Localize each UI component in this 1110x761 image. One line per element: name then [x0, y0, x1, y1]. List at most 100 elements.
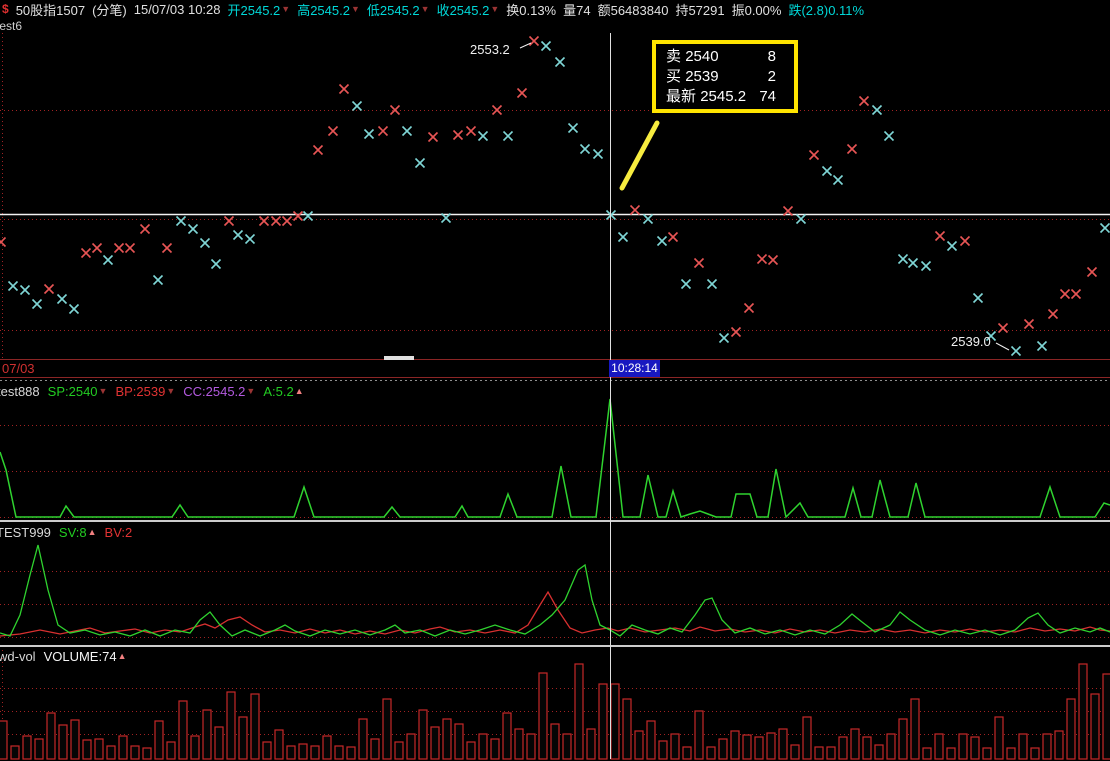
tick-marker	[934, 230, 946, 242]
volume-bar	[766, 732, 776, 760]
volume-bar	[850, 728, 860, 760]
volume-bar	[418, 709, 428, 760]
timeline-time-highlight: 10:28:14	[609, 360, 660, 377]
volume-bar	[598, 683, 608, 760]
volume-bar	[70, 719, 80, 760]
volume-bar	[310, 745, 320, 760]
volume-bar	[658, 740, 668, 760]
volume-bar	[1006, 747, 1016, 760]
volume-bar	[646, 720, 656, 760]
tick-marker	[897, 253, 909, 265]
volume-bar	[754, 736, 764, 760]
tick-marker	[351, 100, 363, 112]
volume-bar	[238, 716, 248, 760]
tick-marker	[1070, 288, 1082, 300]
tick-marker	[997, 322, 1009, 334]
volume-bar	[298, 743, 308, 760]
tick-marker	[1099, 222, 1110, 234]
tick-marker	[31, 298, 43, 310]
volume-bar	[22, 735, 32, 760]
volume-bar	[58, 724, 68, 760]
tick-marker	[102, 254, 114, 266]
indicator-name[interactable]: wd-vol	[0, 649, 36, 664]
timeline-date: 07/03	[2, 361, 35, 376]
scrollbar-thumb[interactable]	[384, 356, 414, 360]
bid-price: 2539	[685, 68, 719, 85]
tick-marker	[858, 95, 870, 107]
last-qty: 74	[759, 88, 776, 105]
volume-bar	[94, 738, 104, 760]
tick-marker	[401, 125, 413, 137]
volume-bar	[406, 733, 416, 760]
volume-bar	[358, 718, 368, 760]
tick-marker	[730, 326, 742, 338]
amount-stat: 额56483840	[597, 2, 669, 18]
cc-field: CC:2545.2 ▼	[183, 384, 255, 399]
tick-marker	[223, 215, 235, 227]
indicator-name[interactable]: test888	[0, 384, 40, 399]
up-triangle-icon: ▲	[87, 527, 97, 537]
volume-bar	[1042, 733, 1052, 760]
volume-bar	[814, 746, 824, 760]
volume-bar	[130, 745, 140, 760]
last-label: 最新	[666, 88, 697, 105]
volume-bar	[502, 712, 512, 760]
tick-marker	[592, 148, 604, 160]
volume-bar	[514, 728, 524, 760]
volume-value: VOLUME:74	[43, 649, 117, 664]
volume-bar	[370, 738, 380, 760]
tick-marker	[959, 235, 971, 247]
volume-bar	[1030, 747, 1040, 760]
volume-bar	[82, 739, 92, 760]
tick-marker	[258, 215, 270, 227]
test888-header: test888 SP:2540 ▼ BP:2539 ▼ CC:2545.2 ▼ …	[0, 384, 304, 399]
tick-marker	[43, 283, 55, 295]
tick-marker	[80, 247, 92, 259]
high-value: 高2545.2	[297, 2, 350, 18]
bp-value: BP:2539	[115, 384, 166, 399]
tick-marker	[743, 302, 755, 314]
volume-bar	[682, 746, 692, 760]
chart-canvas[interactable]	[0, 0, 1110, 761]
volume-bar	[142, 747, 152, 760]
volume-bar	[190, 735, 200, 760]
volume-bar	[202, 709, 212, 760]
volume-bar	[382, 698, 392, 760]
high-label-pointer	[519, 42, 532, 49]
tick-marker	[629, 204, 641, 216]
tick-marker	[1010, 345, 1022, 357]
tick-marker	[667, 231, 679, 243]
volume-bar	[706, 746, 716, 760]
down-triangle-icon: ▼	[490, 3, 500, 14]
tick-marker	[756, 253, 768, 265]
volume-bar	[586, 728, 596, 760]
volume-bar	[1066, 698, 1076, 760]
volume-bar	[958, 733, 968, 760]
volume-bar	[430, 726, 440, 760]
volume-bar	[166, 741, 176, 760]
volume-bar	[610, 683, 620, 760]
volume-bar	[694, 710, 704, 760]
tick-marker	[139, 223, 151, 235]
volume-bar	[250, 693, 260, 760]
tick-marker	[244, 233, 256, 245]
volume-bar	[826, 746, 836, 760]
trading-app-window: $ 50股指1507 (分笔) 15/07/03 10:28 开2545.2 ▼…	[0, 0, 1110, 761]
up-triangle-icon: ▲	[117, 651, 127, 661]
volume-bar	[454, 723, 464, 760]
tick-marker	[907, 257, 919, 269]
volume-bar	[214, 726, 224, 760]
volume-bar	[982, 747, 992, 760]
open-interest-stat: 持57291	[675, 2, 725, 18]
ask-qty: 8	[767, 48, 776, 65]
a-value: A:5.2	[263, 384, 294, 399]
indicator-name[interactable]: TEST999	[0, 525, 51, 540]
symbol-name[interactable]: 50股指1507	[16, 0, 85, 19]
tick-marker	[693, 257, 705, 269]
tick-marker	[946, 240, 958, 252]
low-field: 低2545.2 ▼	[367, 0, 430, 19]
tick-marker	[706, 278, 718, 290]
volume-bar	[322, 735, 332, 760]
test999-header: TEST999 SV:8 ▲ BV:2	[0, 525, 132, 540]
quote-datetime: 15/07/03 10:28	[133, 1, 221, 17]
